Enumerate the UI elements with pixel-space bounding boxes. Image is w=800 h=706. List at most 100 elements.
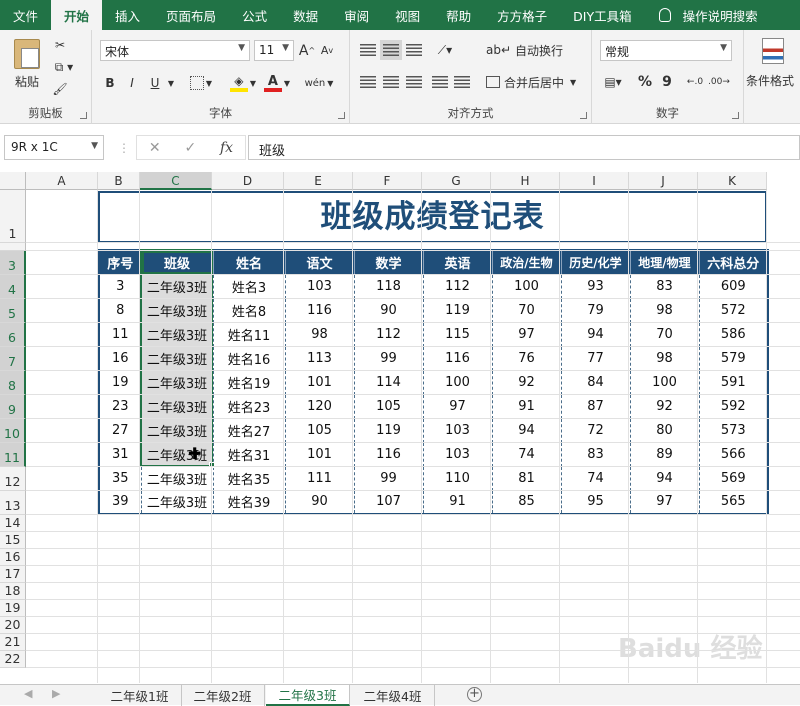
cancel-icon[interactable]: ✕ <box>149 140 161 156</box>
table-cell[interactable]: 119 <box>353 417 424 443</box>
column-header-A[interactable]: A <box>26 172 98 190</box>
wrap-text-button[interactable]: ab↵ 自动换行 <box>486 40 563 60</box>
table-cell[interactable]: 116 <box>353 441 424 467</box>
enter-icon[interactable]: ✓ <box>184 140 196 156</box>
table-cell[interactable]: 592 <box>698 393 769 419</box>
table-cell[interactable]: 39 <box>98 489 142 515</box>
column-header-K[interactable]: K <box>698 172 767 190</box>
table-cell[interactable]: 97 <box>491 321 562 347</box>
table-cell[interactable]: 113 <box>284 345 355 371</box>
row-header-17[interactable]: 17 <box>0 566 26 583</box>
table-cell[interactable]: 83 <box>629 273 700 299</box>
increase-decimal-icon[interactable]: ←.0 <box>684 72 706 92</box>
ribbon-tab-5[interactable]: 数据 <box>280 0 331 30</box>
table-cell[interactable]: 105 <box>353 393 424 419</box>
row-header-19[interactable]: 19 <box>0 600 26 617</box>
table-cell[interactable]: 93 <box>560 273 631 299</box>
shrink-font-button[interactable]: Av <box>318 40 336 61</box>
cut-icon[interactable]: ✂ <box>50 36 70 54</box>
row-header-4[interactable]: 4 <box>0 275 26 299</box>
row-header-9[interactable]: 9 <box>0 395 26 419</box>
row-header-12[interactable]: 12 <box>0 467 26 491</box>
paste-button[interactable]: 粘贴 <box>10 36 44 92</box>
row-header-22[interactable]: 22 <box>0 651 26 668</box>
table-cell[interactable]: 87 <box>560 393 631 419</box>
row-header-20[interactable]: 20 <box>0 617 26 634</box>
alignment-launcher-icon[interactable] <box>580 112 587 119</box>
table-cell[interactable]: 27 <box>98 417 142 443</box>
table-cell[interactable]: 112 <box>353 321 424 347</box>
font-size-combo[interactable]: 11 ▼ <box>254 40 294 61</box>
table-cell[interactable]: 100 <box>491 273 562 299</box>
table-cell[interactable]: 二年级3班 <box>140 465 214 491</box>
row-header-21[interactable]: 21 <box>0 634 26 651</box>
table-cell[interactable]: 19 <box>98 369 142 395</box>
table-cell[interactable]: 120 <box>284 393 355 419</box>
underline-button[interactable]: U <box>144 72 166 94</box>
chevron-down-icon[interactable]: ▼ <box>166 72 176 94</box>
row-header-3[interactable]: 3 <box>0 251 26 275</box>
table-cell[interactable]: 98 <box>629 297 700 323</box>
table-cell[interactable]: 98 <box>284 321 355 347</box>
italic-button[interactable]: I <box>122 72 142 94</box>
column-heading[interactable]: 历史/化学 <box>560 249 631 275</box>
accounting-icon[interactable]: ▤▾ <box>600 72 626 92</box>
ribbon-tab-2[interactable]: 插入 <box>102 0 153 30</box>
table-cell[interactable]: 609 <box>698 273 769 299</box>
table-cell[interactable]: 579 <box>698 345 769 371</box>
column-header-E[interactable]: E <box>284 172 353 190</box>
table-cell[interactable]: 83 <box>560 441 631 467</box>
row-header-15[interactable]: 15 <box>0 532 26 549</box>
align-top-icon[interactable] <box>358 40 378 60</box>
row-header-14[interactable]: 14 <box>0 515 26 532</box>
table-cell[interactable]: 姓名16 <box>212 345 286 371</box>
column-heading[interactable]: 英语 <box>422 249 493 275</box>
table-cell[interactable]: 23 <box>98 393 142 419</box>
table-cell[interactable]: 100 <box>422 369 493 395</box>
row-header-16[interactable]: 16 <box>0 549 26 566</box>
table-cell[interactable]: 573 <box>698 417 769 443</box>
ribbon-tab-0[interactable]: 文件 <box>0 0 51 30</box>
table-cell[interactable]: 99 <box>353 465 424 491</box>
font-name-combo[interactable]: 宋体 ▼ <box>100 40 250 61</box>
formula-input[interactable]: 班级 <box>248 135 800 160</box>
table-cell[interactable]: 二年级3班 <box>140 321 214 347</box>
table-cell[interactable]: 116 <box>422 345 493 371</box>
table-cell[interactable]: 姓名35 <box>212 465 286 491</box>
table-cell[interactable]: 91 <box>491 393 562 419</box>
row-header-7[interactable]: 7 <box>0 347 26 371</box>
table-cell[interactable]: 3 <box>98 273 142 299</box>
column-header-C[interactable]: C <box>140 172 212 190</box>
align-center-icon[interactable] <box>380 72 402 92</box>
table-cell[interactable]: 79 <box>560 297 631 323</box>
table-cell[interactable]: 103 <box>422 441 493 467</box>
comma-button[interactable]: 9 <box>658 72 676 92</box>
table-cell[interactable]: 94 <box>629 465 700 491</box>
table-cell[interactable]: 35 <box>98 465 142 491</box>
table-cell[interactable]: 115 <box>422 321 493 347</box>
table-cell[interactable]: 586 <box>698 321 769 347</box>
table-cell[interactable]: 11 <box>98 321 142 347</box>
sheet-tab-1[interactable]: 二年级1班 <box>98 685 182 706</box>
merge-center-button[interactable]: 合并后居中 ▼ <box>486 72 586 92</box>
table-cell[interactable]: 姓名23 <box>212 393 286 419</box>
table-cell[interactable]: 97 <box>629 489 700 515</box>
table-cell[interactable]: 101 <box>284 441 355 467</box>
table-cell[interactable]: 94 <box>491 417 562 443</box>
table-cell[interactable]: 98 <box>629 345 700 371</box>
table-cell[interactable]: 112 <box>422 273 493 299</box>
ribbon-tab-6[interactable]: 审阅 <box>331 0 382 30</box>
column-heading[interactable]: 语文 <box>284 249 355 275</box>
column-header-F[interactable]: F <box>353 172 422 190</box>
table-cell[interactable]: 95 <box>560 489 631 515</box>
table-cell[interactable]: 92 <box>629 393 700 419</box>
tell-me-search[interactable]: 操作说明搜索 <box>645 0 758 30</box>
row-header-2[interactable]: 2 <box>0 243 26 251</box>
column-heading[interactable]: 数学 <box>353 249 424 275</box>
table-cell[interactable]: 111 <box>284 465 355 491</box>
table-cell[interactable]: 105 <box>284 417 355 443</box>
sheet-title[interactable]: 班级成绩登记表 <box>98 191 767 243</box>
table-cell[interactable]: 76 <box>491 345 562 371</box>
table-cell[interactable]: 103 <box>422 417 493 443</box>
table-cell[interactable]: 80 <box>629 417 700 443</box>
